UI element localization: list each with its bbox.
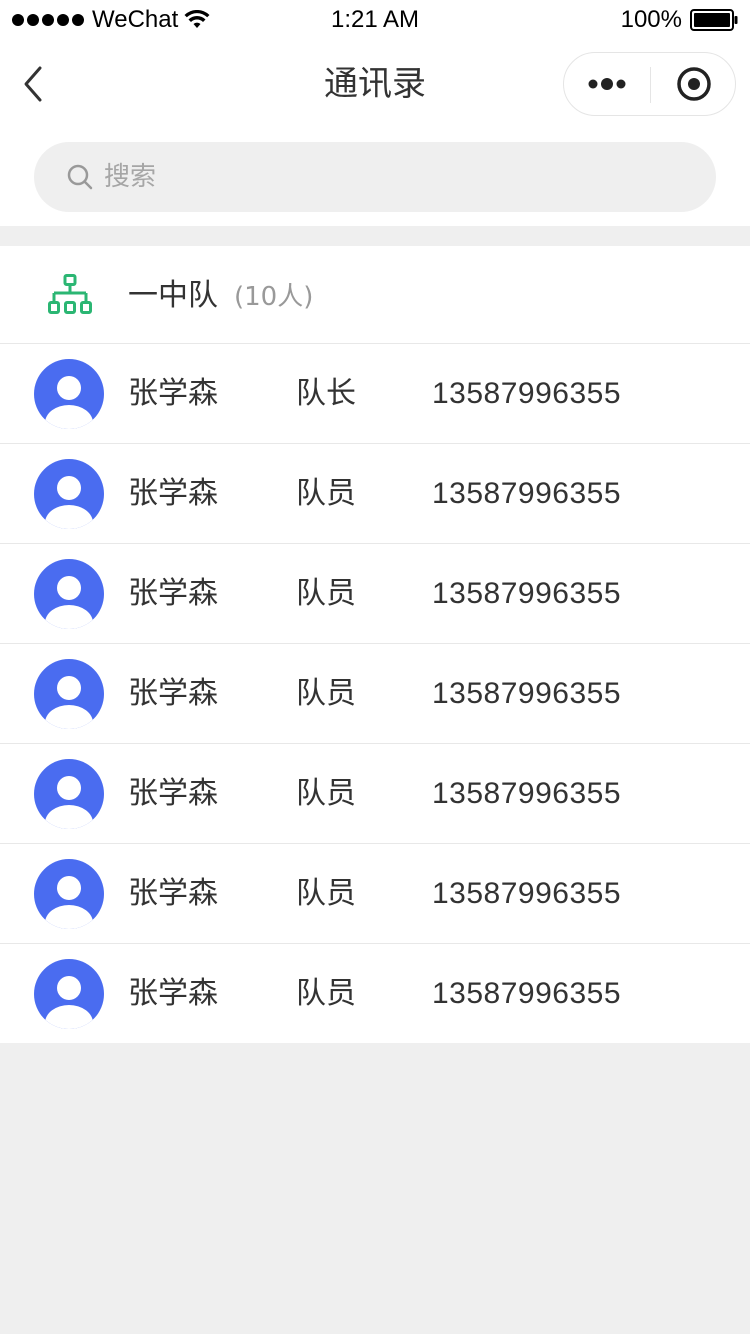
- member-name: 张学森: [128, 376, 218, 411]
- group-name: 一中队: [128, 278, 218, 313]
- member-row[interactable]: 张学森 队长 13587996355: [0, 344, 750, 444]
- group-header[interactable]: 一中队 (10人): [0, 246, 750, 344]
- battery-icon: [690, 9, 738, 31]
- member-role: 队员: [296, 876, 356, 911]
- member-row[interactable]: 张学森 队员 13587996355: [0, 444, 750, 544]
- phone-screen: WeChat 1:21 AM 100% 通讯录 搜索 一中队 (10人) 张学森…: [0, 0, 750, 1334]
- member-row[interactable]: 张学森 队员 13587996355: [0, 644, 750, 744]
- member-row[interactable]: 张学森 队员 13587996355: [0, 844, 750, 944]
- search-bar[interactable]: [34, 142, 716, 212]
- group-count: (10人): [234, 282, 314, 312]
- close-button[interactable]: [651, 53, 737, 115]
- member-name: 张学森: [128, 776, 218, 811]
- member-name: 张学森: [128, 876, 218, 911]
- member-phone[interactable]: 13587996355: [432, 574, 621, 614]
- member-phone[interactable]: 13587996355: [432, 374, 621, 414]
- member-phone[interactable]: 13587996355: [432, 974, 621, 1014]
- member-rows: 张学森 队长 13587996355 张学森 队员 13587996355 张学…: [0, 344, 750, 1043]
- user-avatar-icon: [34, 359, 104, 429]
- user-avatar-icon: [34, 459, 104, 529]
- status-bar: WeChat 1:21 AM 100%: [0, 0, 750, 40]
- member-phone[interactable]: 13587996355: [432, 774, 621, 814]
- user-avatar-icon: [34, 559, 104, 629]
- contact-list: 一中队 (10人) 张学森 队长 13587996355 张学森 队员 1358…: [0, 246, 750, 1043]
- member-role: 队员: [296, 476, 356, 511]
- member-phone[interactable]: 13587996355: [432, 674, 621, 714]
- member-role: 队长: [296, 376, 356, 411]
- org-chart-icon: [48, 274, 92, 314]
- user-avatar-icon: [34, 659, 104, 729]
- member-name: 张学森: [128, 576, 218, 611]
- member-role: 队员: [296, 576, 356, 611]
- member-row[interactable]: 张学森 队员 13587996355: [0, 944, 750, 1043]
- user-avatar-icon: [34, 759, 104, 829]
- user-avatar-icon: [34, 959, 104, 1029]
- menu-capsule: [563, 52, 736, 116]
- member-name: 张学森: [128, 976, 218, 1011]
- member-phone[interactable]: 13587996355: [432, 474, 621, 514]
- member-phone[interactable]: 13587996355: [432, 874, 621, 914]
- target-icon: [677, 67, 711, 101]
- member-name: 张学森: [128, 676, 218, 711]
- more-button[interactable]: [564, 53, 650, 115]
- search-input[interactable]: [104, 157, 664, 197]
- search-icon: [67, 164, 93, 190]
- member-role: 队员: [296, 976, 356, 1011]
- member-row[interactable]: 张学森 队员 13587996355: [0, 744, 750, 844]
- battery-percent: 100%: [620, 6, 682, 33]
- search-area: [0, 128, 750, 226]
- status-right: 100%: [621, 6, 738, 34]
- more-dots-icon: [588, 78, 626, 90]
- member-row[interactable]: 张学森 队员 13587996355: [0, 544, 750, 644]
- member-role: 队员: [296, 776, 356, 811]
- nav-bar: 通讯录: [0, 40, 750, 128]
- member-role: 队员: [296, 676, 356, 711]
- member-name: 张学森: [128, 476, 218, 511]
- user-avatar-icon: [34, 859, 104, 929]
